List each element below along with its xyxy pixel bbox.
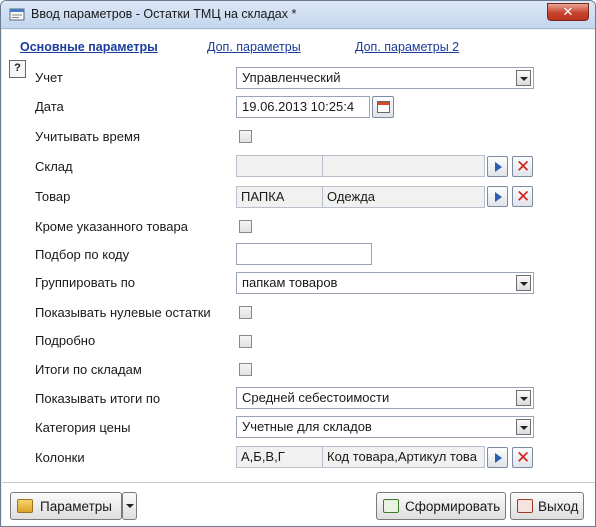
dialog-content: Основные параметры Доп. параметры Доп. п… [2, 30, 595, 526]
params-button-label: Параметры [40, 499, 112, 514]
chevron-down-icon [126, 504, 134, 508]
itogi-skladam-label: Итоги по складам [35, 362, 142, 377]
close-button[interactable]: ✕ [547, 3, 589, 21]
sklad-select-button[interactable] [487, 156, 508, 177]
itogi-po-label: Показывать итоги по [35, 391, 161, 406]
krome-tovara-label: Кроме указанного товара [35, 219, 188, 234]
kategoriya-value: Учетные для складов [242, 419, 372, 434]
generate-button-label: Сформировать [405, 499, 501, 514]
exit-icon [517, 499, 533, 513]
sklad-field[interactable] [236, 155, 485, 177]
gruppirovat-select[interactable]: папкам товаров [236, 272, 534, 294]
itogi-po-value: Средней себестоимости [242, 390, 390, 405]
calendar-button[interactable] [372, 96, 394, 118]
uchet-select[interactable]: Управленческий [236, 67, 534, 89]
close-icon: ✕ [516, 157, 531, 176]
kolonki-label: Колонки [35, 450, 85, 465]
close-icon: ✕ [516, 448, 531, 467]
nulevye-label: Показывать нулевые остатки [35, 305, 211, 320]
sklad-label: Склад [35, 159, 73, 174]
params-dropdown-button[interactable] [122, 492, 137, 520]
uchityvat-vremya-checkbox[interactable] [239, 130, 252, 143]
form-icon [9, 8, 25, 21]
kolonki-clear-button[interactable]: ✕ [512, 447, 533, 468]
itogi-skladam-checkbox[interactable] [239, 363, 252, 376]
footer-divider [2, 482, 595, 483]
chevron-down-icon[interactable] [516, 275, 531, 291]
kolonki-select-button[interactable] [487, 447, 508, 468]
kolonki-name: Код товара,Артикул това [327, 449, 477, 464]
kolonki-field[interactable]: А,Б,В,Г Код товара,Артикул това [236, 446, 485, 468]
help-button[interactable]: ? [9, 60, 26, 78]
tovar-code: ПАПКА [237, 187, 323, 207]
dialog-window: Ввод параметров - Остатки ТМЦ на складах… [0, 0, 596, 527]
uchet-label: Учет [35, 70, 63, 85]
tovar-name: Одежда [327, 189, 376, 204]
itogi-po-select[interactable]: Средней себестоимости [236, 387, 534, 409]
krome-tovara-checkbox[interactable] [239, 220, 252, 233]
podrobno-checkbox[interactable] [239, 335, 252, 348]
sklad-clear-button[interactable]: ✕ [512, 156, 533, 177]
tovar-field[interactable]: ПАПКА Одежда [236, 186, 485, 208]
gruppirovat-value: папкам товаров [242, 275, 338, 290]
generate-button[interactable]: Сформировать [376, 492, 506, 520]
uchet-value: Управленческий [242, 70, 341, 85]
sklad-name [323, 156, 484, 176]
podrobno-label: Подробно [35, 333, 96, 348]
generate-icon [383, 499, 399, 513]
params-button[interactable]: Параметры [10, 492, 122, 520]
sklad-code [237, 156, 323, 176]
kategoriya-select[interactable]: Учетные для складов [236, 416, 534, 438]
calendar-icon [377, 101, 390, 113]
play-icon [495, 453, 502, 463]
title-bar: Ввод параметров - Остатки ТМЦ на складах… [1, 1, 595, 29]
tovar-label: Товар [35, 189, 71, 204]
window-title: Ввод параметров - Остатки ТМЦ на складах… [31, 7, 297, 21]
podbor-input[interactable] [236, 243, 372, 265]
tab-main-params[interactable]: Основные параметры [20, 40, 158, 54]
tab-extra-params[interactable]: Доп. параметры [207, 40, 301, 54]
tovar-clear-button[interactable]: ✕ [512, 186, 533, 207]
chevron-down-icon[interactable] [516, 70, 531, 86]
kolonki-code: А,Б,В,Г [237, 447, 323, 467]
tab-extra-params-2[interactable]: Доп. параметры 2 [355, 40, 459, 54]
exit-button-label: Выход [538, 499, 579, 514]
tovar-select-button[interactable] [487, 186, 508, 207]
uchityvat-vremya-label: Учитывать время [35, 129, 140, 144]
play-icon [495, 162, 502, 172]
date-input[interactable]: 19.06.2013 10:25:4 [236, 96, 370, 118]
exit-button[interactable]: Выход [510, 492, 584, 520]
data-label: Дата [35, 99, 64, 114]
chevron-down-icon[interactable] [516, 390, 531, 406]
nulevye-checkbox[interactable] [239, 306, 252, 319]
play-icon [495, 192, 502, 202]
chevron-down-icon[interactable] [516, 419, 531, 435]
gruppirovat-label: Группировать по [35, 275, 136, 290]
podbor-label: Подбор по коду [35, 247, 130, 262]
date-value: 19.06.2013 10:25:4 [242, 99, 355, 114]
close-icon: ✕ [516, 187, 531, 206]
folder-icon [17, 499, 33, 513]
kategoriya-label: Категория цены [35, 420, 131, 435]
